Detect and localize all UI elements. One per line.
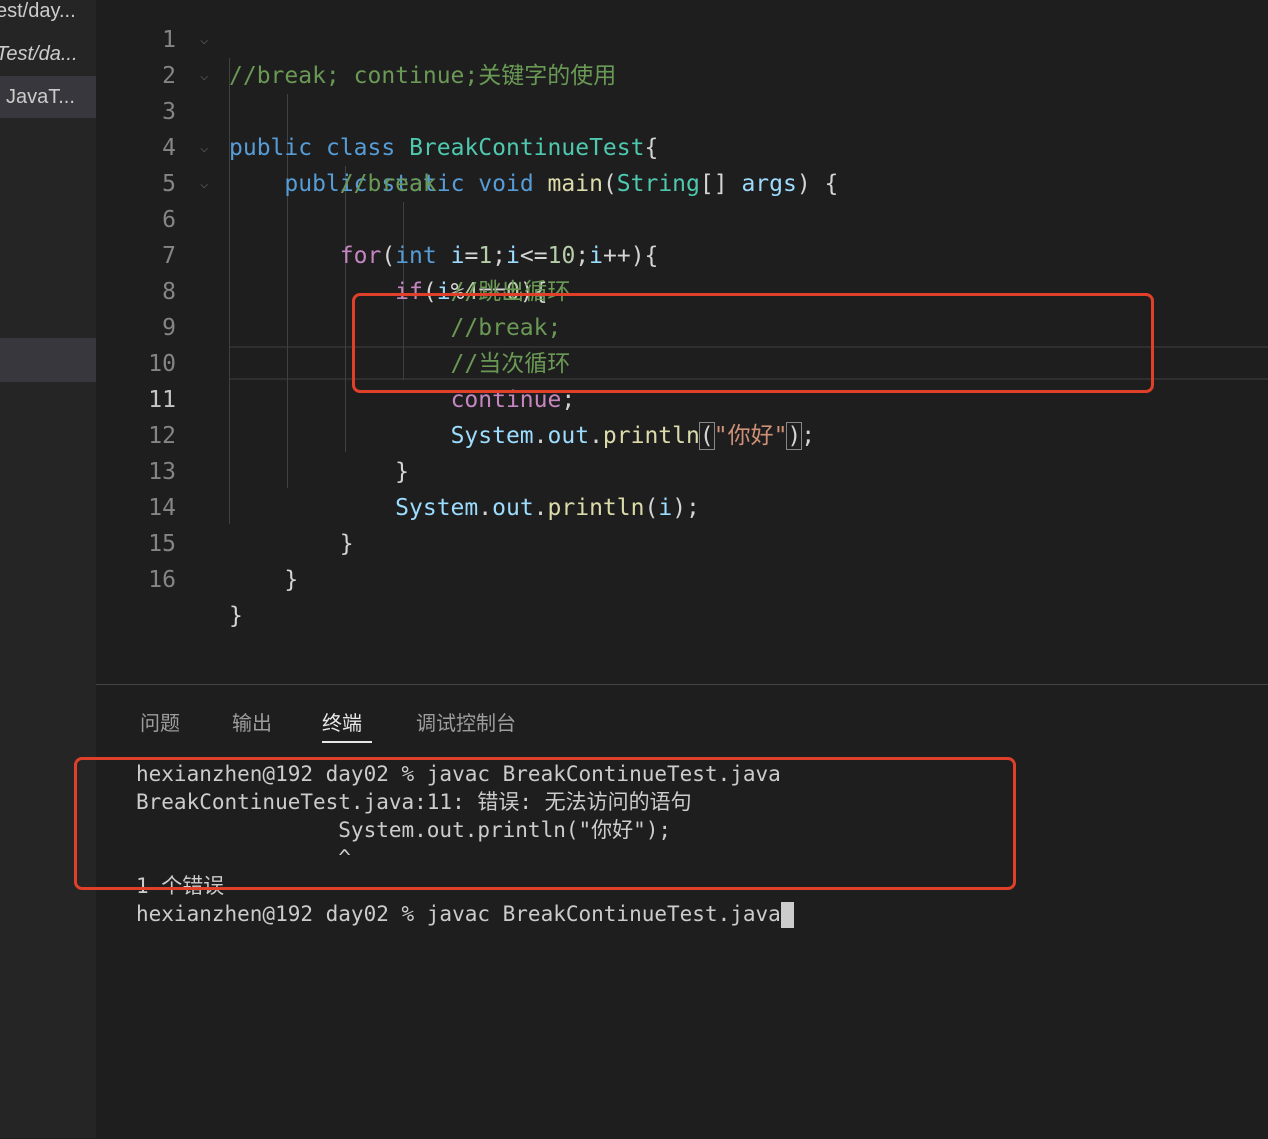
code-line-2: 2 ⌵ public class BreakContinueTest{ xyxy=(96,22,1268,161)
fold-chevron-icon[interactable]: ⌵ xyxy=(200,130,208,166)
annotation-box-code xyxy=(352,293,1154,393)
code-line-1: 1 //break; continue;关键字的使用 xyxy=(96,0,1268,89)
fold-chevron-icon[interactable]: ⌵ xyxy=(200,58,208,94)
tab-debug-console[interactable]: 调试控制台 xyxy=(416,707,516,741)
code-line-6: 6 ⌵ if(i%4==0){ xyxy=(96,166,1268,305)
fold-chevron-icon[interactable]: ⌵ xyxy=(200,166,208,202)
code-line-3: 3 ⌵ public static void main(String[] arg… xyxy=(96,58,1268,197)
tab-output[interactable]: 输出 xyxy=(232,707,272,741)
code-line-5: 5 ⌵ for(int i=1;i<=10;i++){ xyxy=(96,130,1268,269)
code-line-7: 7 //跳出循环 xyxy=(96,202,1268,305)
code-line-8: 8 //break; xyxy=(96,238,1268,341)
code-line-4: 4 //break xyxy=(96,94,1268,197)
bottom-panel: 问题 输出 终端 调试控制台 hexianzhen@192 day02 % ja… xyxy=(96,684,1268,1139)
tab-problems[interactable]: 问题 xyxy=(140,707,180,741)
fold-chevron-icon[interactable]: ⌵ xyxy=(200,22,208,58)
terminal-prompt-line[interactable]: hexianzhen@192 day02 % javac BreakContin… xyxy=(136,900,794,928)
code-text: } xyxy=(229,567,299,593)
explorer-item-label: est/day... xyxy=(0,0,76,22)
explorer-item-3[interactable]: JavaT... xyxy=(0,76,96,118)
code-text: } xyxy=(229,603,243,629)
code-line-16: 16 } xyxy=(96,526,1268,629)
explorer-item-label: JavaT... xyxy=(6,86,75,108)
explorer-item-1[interactable]: est/day... xyxy=(0,0,92,32)
tab-terminal[interactable]: 终端 xyxy=(322,707,372,743)
terminal-line-6: hexianzhen@192 day02 % javac BreakContin… xyxy=(136,902,781,926)
code-line-13: 13 System.out.println(i); xyxy=(96,418,1268,521)
code-line-14: 14 } xyxy=(96,454,1268,557)
annotation-box-terminal xyxy=(74,757,1016,890)
explorer-sidebar: est/day... Test/da... JavaT... xyxy=(0,0,96,1138)
code-line-15: 15 } xyxy=(96,490,1268,593)
explorer-item-2[interactable]: Test/da... xyxy=(0,33,92,75)
explorer-selection-highlight xyxy=(0,338,96,382)
line-number: 16 xyxy=(148,567,176,593)
explorer-item-label: Test/da... xyxy=(0,43,78,65)
terminal-cursor xyxy=(780,902,794,928)
